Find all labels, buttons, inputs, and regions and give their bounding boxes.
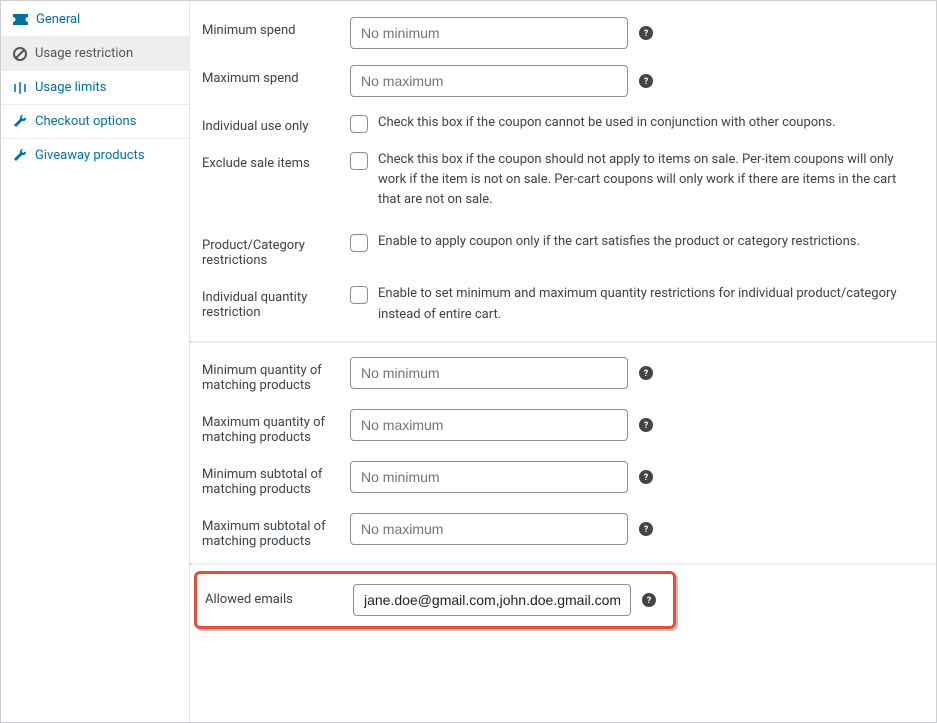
label-allowed-emails: Allowed emails <box>205 592 353 607</box>
svg-text:?: ? <box>644 473 649 483</box>
svg-text:?: ? <box>644 369 649 379</box>
no-entry-icon <box>13 47 27 61</box>
help-icon[interactable]: ? <box>638 417 654 433</box>
label-min-qty-matching: Minimum quantity of matching products <box>202 357 350 393</box>
input-min-subtotal-matching[interactable] <box>350 461 628 493</box>
input-minimum-spend[interactable] <box>350 17 628 49</box>
help-icon[interactable]: ? <box>638 73 654 89</box>
svg-text:?: ? <box>647 596 652 606</box>
sidebar-item-label: General <box>36 12 80 27</box>
row-min-subtotal-matching: Minimum subtotal of matching products ? <box>190 453 936 505</box>
highlight-allowed-emails: Allowed emails ? <box>194 571 676 629</box>
row-prod-cat-restrictions: Product/Category restrictions Enable to … <box>190 218 936 276</box>
label-min-subtotal-matching: Minimum subtotal of matching products <box>202 461 350 497</box>
help-icon[interactable]: ? <box>638 521 654 537</box>
sidebar-item-usage-restriction[interactable]: Usage restriction <box>1 37 189 71</box>
help-icon[interactable]: ? <box>638 469 654 485</box>
sidebar-item-checkout-options[interactable]: Checkout options <box>1 105 189 139</box>
help-icon[interactable]: ? <box>641 592 657 608</box>
help-icon[interactable]: ? <box>638 25 654 41</box>
sidebar-item-usage-limits[interactable]: Usage limits <box>1 71 189 105</box>
row-maximum-spend: Maximum spend ? <box>190 57 936 105</box>
label-individual-use: Individual use only <box>202 113 350 134</box>
row-min-qty-matching: Minimum quantity of matching products ? <box>190 343 936 401</box>
label-exclude-sale: Exclude sale items <box>202 150 350 171</box>
sidebar-item-label: Usage limits <box>35 80 106 95</box>
sidebar-item-label: Usage restriction <box>35 46 133 61</box>
input-allowed-emails[interactable] <box>353 584 631 616</box>
label-minimum-spend: Minimum spend <box>202 17 350 38</box>
help-icon[interactable]: ? <box>638 365 654 381</box>
desc-exclude-sale: Check this box if the coupon should not … <box>378 150 918 210</box>
svg-text:?: ? <box>644 525 649 535</box>
ticket-icon <box>13 14 28 25</box>
label-max-subtotal-matching: Maximum subtotal of matching products <box>202 513 350 549</box>
desc-individual-qty-restriction: Enable to set minimum and maximum quanti… <box>378 284 918 324</box>
svg-text:?: ? <box>644 29 649 39</box>
row-exclude-sale: Exclude sale items Check this box if the… <box>190 142 936 218</box>
sidebar-item-label: Checkout options <box>35 114 136 129</box>
wrench-icon <box>13 115 27 129</box>
sidebar-item-label: Giveaway products <box>35 148 145 163</box>
coupon-settings-panel: General Usage restriction Usage limits C… <box>0 0 937 723</box>
label-maximum-spend: Maximum spend <box>202 65 350 86</box>
section-separator <box>190 563 936 565</box>
svg-text:?: ? <box>644 77 649 87</box>
sidebar-item-giveaway-products[interactable]: Giveaway products <box>1 139 189 172</box>
settings-form: Minimum spend ? Maximum spend ? Individu… <box>190 1 936 722</box>
desc-individual-use: Check this box if the coupon cannot be u… <box>378 113 836 133</box>
tabs-sidebar: General Usage restriction Usage limits C… <box>1 1 190 722</box>
label-prod-cat-restrictions: Product/Category restrictions <box>202 232 350 268</box>
label-max-qty-matching: Maximum quantity of matching products <box>202 409 350 445</box>
row-individual-qty-restriction: Individual quantity restriction Enable t… <box>190 276 936 340</box>
svg-text:?: ? <box>644 421 649 431</box>
wrench-icon <box>13 149 27 163</box>
input-max-qty-matching[interactable] <box>350 409 628 441</box>
sidebar-item-general[interactable]: General <box>1 3 189 37</box>
label-individual-qty-restriction: Individual quantity restriction <box>202 284 350 320</box>
row-minimum-spend: Minimum spend ? <box>190 9 936 57</box>
row-individual-use: Individual use only Check this box if th… <box>190 105 936 142</box>
checkbox-individual-use[interactable] <box>350 115 368 133</box>
sliders-icon <box>13 81 27 95</box>
checkbox-individual-qty-restriction[interactable] <box>350 286 368 304</box>
input-min-qty-matching[interactable] <box>350 357 628 389</box>
checkbox-exclude-sale[interactable] <box>350 152 368 170</box>
desc-prod-cat-restrictions: Enable to apply coupon only if the cart … <box>378 232 860 252</box>
row-max-qty-matching: Maximum quantity of matching products ? <box>190 401 936 453</box>
checkbox-prod-cat-restrictions[interactable] <box>350 234 368 252</box>
row-max-subtotal-matching: Maximum subtotal of matching products ? <box>190 505 936 563</box>
input-maximum-spend[interactable] <box>350 65 628 97</box>
input-max-subtotal-matching[interactable] <box>350 513 628 545</box>
